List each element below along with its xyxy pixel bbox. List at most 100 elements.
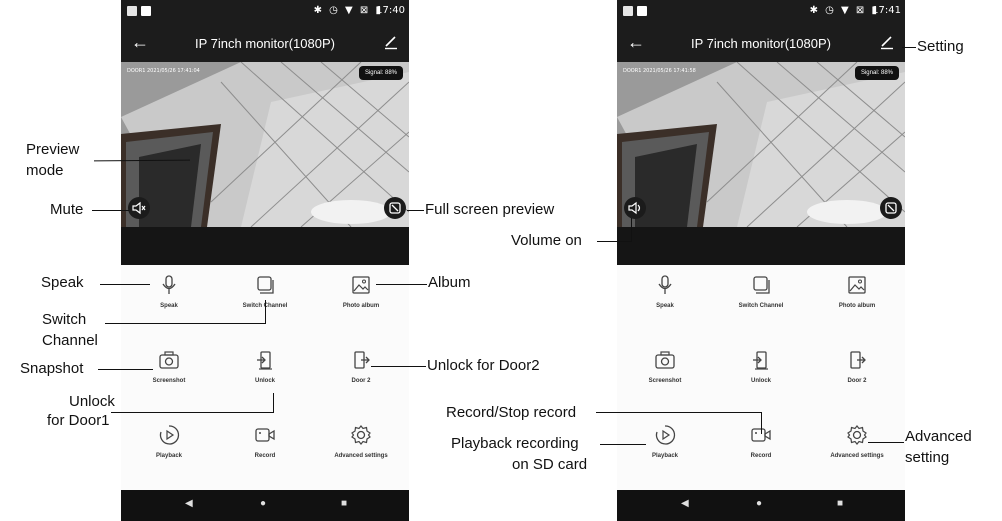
button-label: Screenshot: [648, 378, 682, 384]
photo-album-button[interactable]: Photo album: [809, 265, 905, 340]
camera-icon: [655, 351, 675, 369]
video-timestamp: DOOR1 2021/05/26 17:41:58: [623, 68, 696, 74]
annotation-line: [407, 210, 424, 211]
page-title: IP 7inch monitor(1080P): [691, 36, 831, 51]
button-label: Door 2: [847, 378, 867, 384]
nav-back-icon[interactable]: ◀: [185, 498, 193, 509]
video-footer-bar: [617, 227, 905, 265]
record-button[interactable]: Record: [217, 415, 313, 490]
status-time: 17:41: [872, 5, 901, 16]
annotation-line: [596, 412, 762, 413]
microphone-icon: [658, 275, 672, 294]
door2-icon: [354, 351, 370, 369]
unlock-icon: [753, 351, 768, 370]
annotation-line: [111, 412, 274, 413]
volume-button[interactable]: [624, 197, 646, 219]
unlock-button[interactable]: Unlock: [713, 340, 809, 415]
back-arrow-icon[interactable]: ←: [627, 32, 645, 53]
advanced-settings-button[interactable]: Advanced settings: [313, 415, 409, 490]
switch-channel-icon: [753, 276, 770, 294]
annotation-album: Album: [428, 274, 471, 291]
notification-icon: [623, 6, 633, 16]
annotation-volume-on: Volume on: [511, 232, 582, 249]
annotation-record-stop: Record/Stop record: [446, 404, 577, 421]
annotation-mute: Mute: [50, 201, 84, 218]
playback-button[interactable]: Playback: [617, 415, 713, 490]
switch-channel-icon: [257, 276, 274, 294]
record-icon: [255, 428, 275, 442]
button-label: Unlock: [254, 378, 275, 384]
status-time: 17:40: [376, 5, 405, 16]
gear-icon: [351, 425, 371, 445]
playback-button[interactable]: Playback: [121, 415, 217, 490]
mute-icon: [132, 201, 146, 215]
button-label: Screenshot: [152, 378, 186, 384]
photo-album-icon: [848, 276, 866, 294]
full-screen-button[interactable]: [384, 197, 406, 219]
button-label: Advanced settings: [830, 453, 884, 459]
button-label: Speak: [160, 303, 178, 309]
notification-icon: [127, 6, 137, 16]
video-preview[interactable]: DOOR1 2021/05/26 17:41:58 Signal: 88%: [617, 62, 905, 227]
annotation-snapshot: Snapshot: [20, 360, 84, 377]
edit-icon[interactable]: [383, 34, 399, 50]
playback-icon: [159, 425, 180, 445]
camera-feed-image: [121, 62, 409, 227]
door2-icon: [850, 351, 866, 369]
nav-home-icon[interactable]: ●: [260, 498, 266, 509]
status-bar: ✱ ◷ ▼ ⊠ ▮ 17:41: [617, 0, 905, 22]
back-arrow-icon[interactable]: ←: [131, 32, 149, 53]
door-2-button[interactable]: Door 2: [313, 340, 409, 415]
button-label: Switch Channel: [738, 303, 784, 309]
speak-button[interactable]: Speak: [617, 265, 713, 340]
nav-recent-icon[interactable]: ■: [341, 498, 347, 509]
system-nav-bar: ◀ ● ■: [121, 490, 409, 521]
screenshot-button[interactable]: Screenshot: [121, 340, 217, 415]
button-label: Photo album: [342, 303, 380, 309]
annotation-line: [371, 366, 426, 367]
annotation-line: [902, 47, 916, 48]
annotation-line: [98, 369, 153, 370]
speak-button[interactable]: Speak: [121, 265, 217, 340]
system-nav-bar: ◀ ● ■: [617, 490, 905, 521]
status-bar: ✱ ◷ ▼ ⊠ ▮ 17:40: [121, 0, 409, 22]
notification-icon: [141, 6, 151, 16]
button-label: Photo album: [838, 303, 876, 309]
annotation-line: [631, 218, 632, 242]
right-phone-screen: ✱ ◷ ▼ ⊠ ▮ 17:41 ← IP 7inch monitor(1080P…: [617, 0, 905, 521]
annotation-line: [92, 210, 129, 211]
video-footer-bar: [121, 227, 409, 265]
door-2-button[interactable]: Door 2: [809, 340, 905, 415]
nav-recent-icon[interactable]: ■: [837, 498, 843, 509]
button-label: Door 2: [351, 378, 371, 384]
screenshot-button[interactable]: Screenshot: [617, 340, 713, 415]
photo-album-button[interactable]: Photo album: [313, 265, 409, 340]
edit-icon[interactable]: [879, 34, 895, 50]
camera-icon: [159, 351, 179, 369]
annotation-preview-mode: mode: [26, 162, 64, 179]
annotation-unlock-door1: Unlock: [69, 393, 115, 410]
unlock-button[interactable]: Unlock: [217, 340, 313, 415]
gear-icon: [847, 425, 867, 445]
advanced-settings-button[interactable]: Advanced settings: [809, 415, 905, 490]
video-preview[interactable]: DOOR1 2021/05/26 17:41:04 Signal: 88%: [121, 62, 409, 227]
nav-home-icon[interactable]: ●: [756, 498, 762, 509]
annotation-line: [100, 284, 150, 285]
volume-icon: [628, 201, 641, 215]
playback-icon: [655, 425, 676, 445]
annotation-line: [600, 444, 646, 445]
switch-channel-button[interactable]: Switch Channel: [713, 265, 809, 340]
annotation-line: [265, 300, 266, 324]
signal-badge: Signal: 88%: [854, 66, 899, 80]
microphone-icon: [162, 275, 176, 294]
button-label: Advanced settings: [334, 453, 388, 459]
nav-back-icon[interactable]: ◀: [681, 498, 689, 509]
full-screen-button[interactable]: [880, 197, 902, 219]
button-label: Playback: [651, 453, 679, 459]
button-label: Unlock: [750, 378, 771, 384]
mute-button[interactable]: [128, 197, 150, 219]
annotation-line: [868, 442, 904, 443]
button-label: Playback: [155, 453, 183, 459]
annotation-playback: Playback recording: [451, 435, 579, 452]
annotation-unlock-door1: for Door1: [47, 412, 110, 429]
